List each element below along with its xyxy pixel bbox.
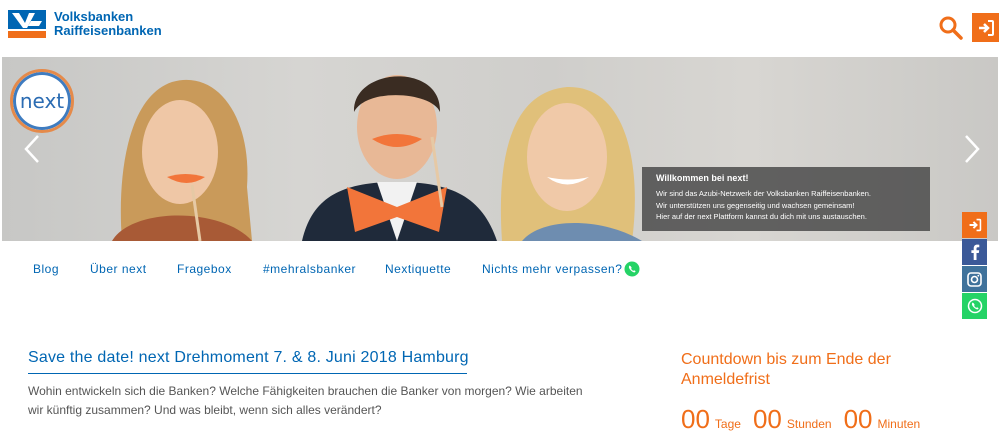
countdown-timer: 00 Tage 00 Stunden 00 Minuten: [681, 404, 932, 431]
nav-item-blog[interactable]: Blog: [33, 262, 59, 276]
whatsapp-icon[interactable]: [624, 261, 640, 277]
sign-in-icon: [969, 218, 981, 232]
search-icon: [939, 16, 963, 40]
welcome-line-2: Wir unterstützen uns gegenseitig und wac…: [656, 200, 855, 210]
countdown-hours-label: Stunden: [786, 417, 832, 431]
welcome-line-1: Wir sind das Azubi-Netzwerk der Volksban…: [656, 189, 871, 198]
site-header: Volksbanken Raiffeisenbanken: [0, 0, 1000, 57]
brand-line-1: Volksbanken: [54, 9, 134, 24]
nav-item-fragebox[interactable]: Fragebox: [177, 262, 232, 276]
welcome-caption: Willkommen bei next! Wir sind das Azubi-…: [642, 167, 930, 231]
facebook-icon: [970, 244, 979, 260]
hero-slider: next Willkommen bei next! Wir sind das A…: [2, 57, 998, 241]
brand-line-2: Raiffeisenbanken: [54, 23, 162, 38]
countdown-minutes-label: Minuten: [877, 417, 921, 431]
social-login-button[interactable]: [962, 212, 987, 238]
countdown-days-label: Tage: [714, 417, 741, 431]
nav-item-ueber-next[interactable]: Über next: [90, 262, 147, 276]
instagram-icon: [967, 271, 982, 287]
slider-next-button[interactable]: [962, 132, 982, 166]
whatsapp-share-button[interactable]: [962, 293, 987, 319]
login-button[interactable]: [972, 13, 999, 42]
vr-logo[interactable]: Volksbanken Raiffeisenbanken: [8, 10, 162, 38]
nav-item-mehralsbanker[interactable]: #mehralsbanker: [263, 262, 356, 276]
instagram-button[interactable]: [962, 266, 987, 292]
whatsapp-icon: [967, 298, 982, 314]
article-title[interactable]: Save the date! next Drehmoment 7. & 8. J…: [28, 349, 469, 367]
chevron-right-icon: [965, 135, 980, 163]
facebook-button[interactable]: [962, 239, 987, 265]
countdown-days-value: 00: [681, 404, 710, 431]
next-badge[interactable]: next: [10, 69, 74, 133]
slider-prev-button[interactable]: [22, 132, 42, 166]
nav-item-nextiquette[interactable]: Nextiquette: [385, 262, 451, 276]
welcome-title: Willkommen bei next!: [656, 173, 749, 183]
chevron-left-icon: [24, 135, 39, 163]
countdown-title: Countdown bis zum Ende der Anmeldefrist: [681, 351, 891, 388]
article-title-underline: [28, 373, 467, 374]
vr-logo-icon: [8, 10, 46, 38]
search-button[interactable]: [938, 15, 964, 41]
next-badge-text: next: [19, 89, 65, 113]
sign-in-icon: [978, 19, 994, 36]
welcome-line-3: Hier auf der next Plattform kannst du di…: [656, 212, 867, 221]
countdown-hours-value: 00: [752, 404, 782, 431]
nav-item-nichts-mehr-verpassen[interactable]: Nichts mehr verpassen?: [482, 262, 622, 276]
article-teaser: Wohin entwickeln sich die Banken? Welche…: [28, 384, 583, 417]
countdown-minutes-value: 00: [843, 404, 873, 431]
social-sidebar: [962, 212, 987, 320]
